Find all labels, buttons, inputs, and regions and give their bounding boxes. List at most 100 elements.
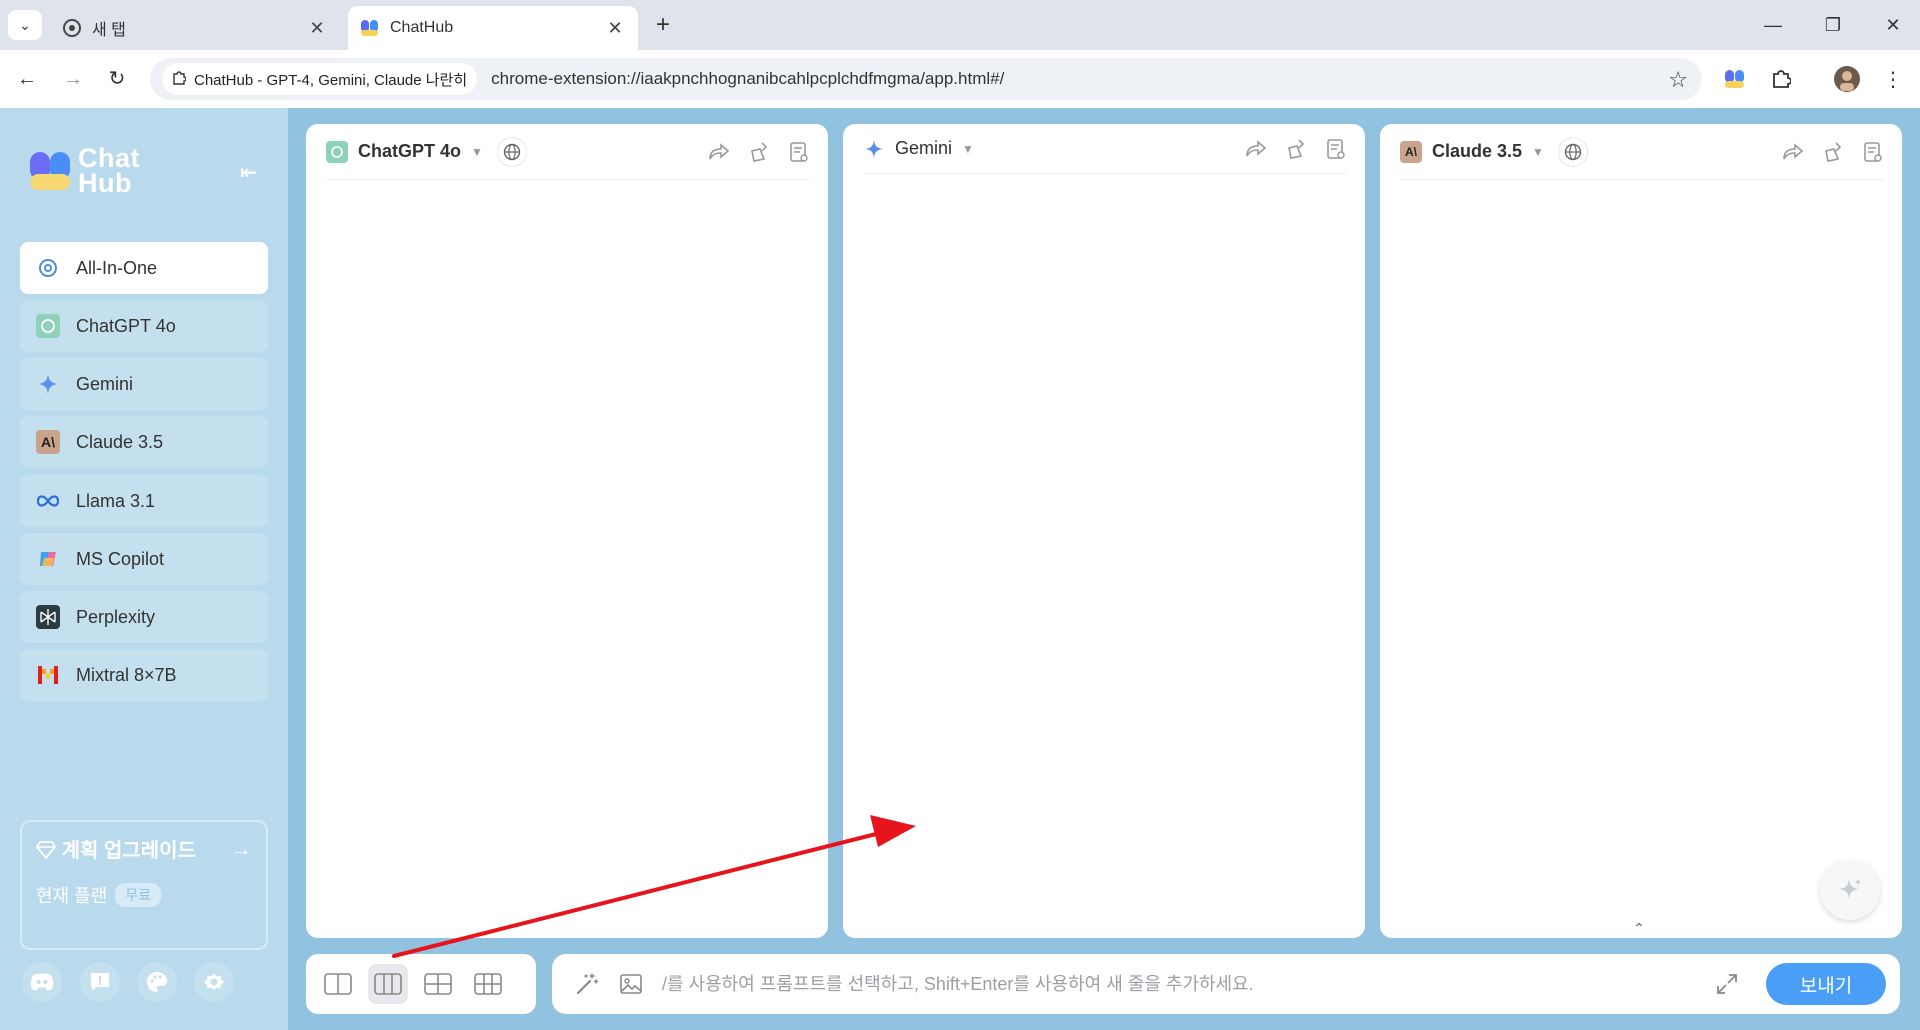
- close-icon[interactable]: ✕: [306, 18, 328, 39]
- discord-icon[interactable]: [22, 962, 62, 1002]
- kebab-menu-icon[interactable]: ⋮: [1878, 64, 1908, 94]
- chathub-extension-icon[interactable]: [1720, 64, 1750, 94]
- extension-puzzle-icon: [172, 70, 187, 88]
- sidebar: Chat Hub ⇤ All-In-One ChatGPT 4o Gemini …: [0, 108, 288, 1030]
- caret-down-icon[interactable]: ▼: [471, 145, 483, 159]
- sidebar-item-perplexity[interactable]: Perplexity: [20, 591, 268, 643]
- bot-name[interactable]: ChatGPT 4o: [358, 141, 461, 162]
- chat-panel-chatgpt: ChatGPT 4o ▼: [306, 124, 828, 938]
- tab-new-tab[interactable]: 새 탭 ✕: [50, 6, 340, 50]
- share-icon[interactable]: [1245, 138, 1267, 160]
- history-icon[interactable]: [788, 141, 810, 163]
- gemini-sparkle-icon: [863, 138, 885, 160]
- close-icon[interactable]: ✕: [604, 18, 626, 39]
- layout-six-grid-icon[interactable]: [468, 964, 508, 1004]
- profile-avatar[interactable]: [1832, 64, 1862, 94]
- web-access-globe-icon[interactable]: [1557, 136, 1588, 167]
- diamond-icon: [35, 840, 62, 862]
- chevron-down-icon: ⌄: [19, 16, 31, 33]
- chathub-app: Chat Hub ⇤ All-In-One ChatGPT 4o Gemini …: [0, 108, 1920, 1030]
- perplexity-icon: [36, 605, 60, 629]
- chatgpt-icon: [326, 140, 348, 163]
- restore-icon[interactable]: ❐: [1808, 8, 1858, 42]
- magic-wand-icon[interactable]: [574, 971, 600, 997]
- share-icon[interactable]: [708, 141, 730, 163]
- prompt-library-sparkle-icon[interactable]: [1820, 860, 1880, 920]
- tab-search-button[interactable]: ⌄: [8, 10, 42, 40]
- caret-down-icon[interactable]: ▼: [1532, 145, 1544, 159]
- prompt-composer: 보내기: [552, 954, 1900, 1014]
- bot-name[interactable]: Claude 3.5: [1432, 141, 1522, 162]
- share-icon[interactable]: [1782, 141, 1804, 163]
- sidebar-item-mixtral[interactable]: Mixtral 8×7B: [20, 649, 268, 701]
- chathub-logo-icon: [28, 148, 74, 194]
- upgrade-plan-card[interactable]: 계획 업그레이드 → 현재 플랜 무료: [20, 820, 268, 950]
- clear-conversation-icon[interactable]: [1285, 138, 1307, 160]
- sidebar-item-label: ChatGPT 4o: [76, 315, 176, 336]
- sidebar-item-label: Llama 3.1: [76, 490, 156, 511]
- panel-header: ChatGPT 4o ▼: [326, 124, 810, 180]
- sidebar-item-label: Perplexity: [76, 606, 156, 627]
- sidebar-item-copilot[interactable]: MS Copilot: [20, 533, 268, 585]
- feedback-icon[interactable]: [80, 962, 120, 1002]
- layout-four-grid-icon[interactable]: [418, 964, 458, 1004]
- upgrade-title: 계획 업그레이드: [61, 840, 196, 862]
- caret-down-icon[interactable]: ▼: [962, 142, 974, 156]
- settings-gear-icon[interactable]: [194, 962, 234, 1002]
- sidebar-item-gemini[interactable]: Gemini: [20, 358, 268, 410]
- bot-name[interactable]: Gemini: [895, 138, 952, 159]
- chathub-logo: Chat Hub: [28, 145, 140, 198]
- forward-arrow-icon[interactable]: →: [58, 64, 88, 94]
- gemini-sparkle-icon: [36, 372, 60, 396]
- mistral-icon: [36, 663, 60, 687]
- sidebar-item-label: Gemini: [76, 373, 134, 394]
- sidebar-item-label: Mixtral 8×7B: [76, 664, 177, 685]
- theme-palette-icon[interactable]: [137, 962, 177, 1002]
- chatgpt-icon: [36, 314, 60, 338]
- site-chip-label: ChatHub - GPT-4, Gemini, Claude 나란히: [194, 71, 468, 89]
- tab-chathub[interactable]: ChatHub ✕: [348, 6, 638, 50]
- reload-icon[interactable]: ↻: [102, 64, 132, 94]
- chrome-icon: [62, 18, 82, 38]
- history-icon[interactable]: [1325, 138, 1347, 160]
- web-access-globe-icon[interactable]: [496, 136, 527, 167]
- new-tab-button[interactable]: +: [648, 10, 678, 40]
- bookmark-star-icon[interactable]: ☆: [1668, 67, 1688, 93]
- image-upload-icon[interactable]: [618, 971, 644, 997]
- anthropic-icon: A\: [1400, 140, 1422, 163]
- history-icon[interactable]: [1862, 141, 1884, 163]
- layout-two-column-icon[interactable]: [318, 964, 358, 1004]
- tab-label: 새 탭: [92, 22, 126, 39]
- sidebar-item-label: All-In-One: [76, 257, 158, 278]
- tab-label: ChatHub: [390, 19, 454, 36]
- collapse-sidebar-icon[interactable]: ⇤: [240, 160, 257, 185]
- chat-panel-claude: A\ Claude 3.5 ▼: [1380, 124, 1902, 938]
- chat-panel-gemini: Gemini ▼: [843, 124, 1365, 938]
- minimize-icon[interactable]: —: [1748, 8, 1798, 42]
- sidebar-item-claude[interactable]: A\ Claude 3.5: [20, 416, 268, 468]
- chathub-icon: [360, 18, 380, 38]
- extensions-puzzle-icon[interactable]: [1766, 64, 1796, 94]
- sidebar-item-label: MS Copilot: [76, 548, 165, 569]
- meta-infinity-icon: [36, 489, 60, 513]
- arrow-right-icon: →: [230, 836, 252, 861]
- send-button[interactable]: 보내기: [1766, 963, 1886, 1005]
- tab-strip: ⌄ 새 탭 ✕ ChatHub ✕ + — ❐ ✕: [0, 0, 1920, 50]
- clear-conversation-icon[interactable]: [1822, 141, 1844, 163]
- browser-toolbar: ← → ↻ ChatHub - GPT-4, Gemini, Claude 나란…: [0, 50, 1920, 108]
- sidebar-item-llama[interactable]: Llama 3.1: [20, 475, 268, 527]
- scroll-up-chevron-icon[interactable]: ⌃: [1604, 918, 1674, 938]
- clear-conversation-icon[interactable]: [748, 141, 770, 163]
- logo-text-line2: Hub: [78, 168, 132, 198]
- panel-header: Gemini ▼: [863, 124, 1347, 174]
- address-bar[interactable]: ChatHub - GPT-4, Gemini, Claude 나란히 chro…: [150, 58, 1702, 100]
- sidebar-item-chatgpt[interactable]: ChatGPT 4o: [20, 300, 268, 352]
- prompt-input[interactable]: [662, 973, 1712, 995]
- openai-icon: [36, 256, 60, 280]
- back-arrow-icon[interactable]: ←: [12, 64, 42, 94]
- sidebar-item-all-in-one[interactable]: All-In-One: [20, 242, 268, 294]
- layout-three-column-icon[interactable]: [368, 964, 408, 1004]
- expand-icon[interactable]: [1712, 969, 1742, 999]
- window-close-icon[interactable]: ✕: [1868, 8, 1918, 42]
- site-info-chip[interactable]: ChatHub - GPT-4, Gemini, Claude 나란히: [162, 63, 478, 95]
